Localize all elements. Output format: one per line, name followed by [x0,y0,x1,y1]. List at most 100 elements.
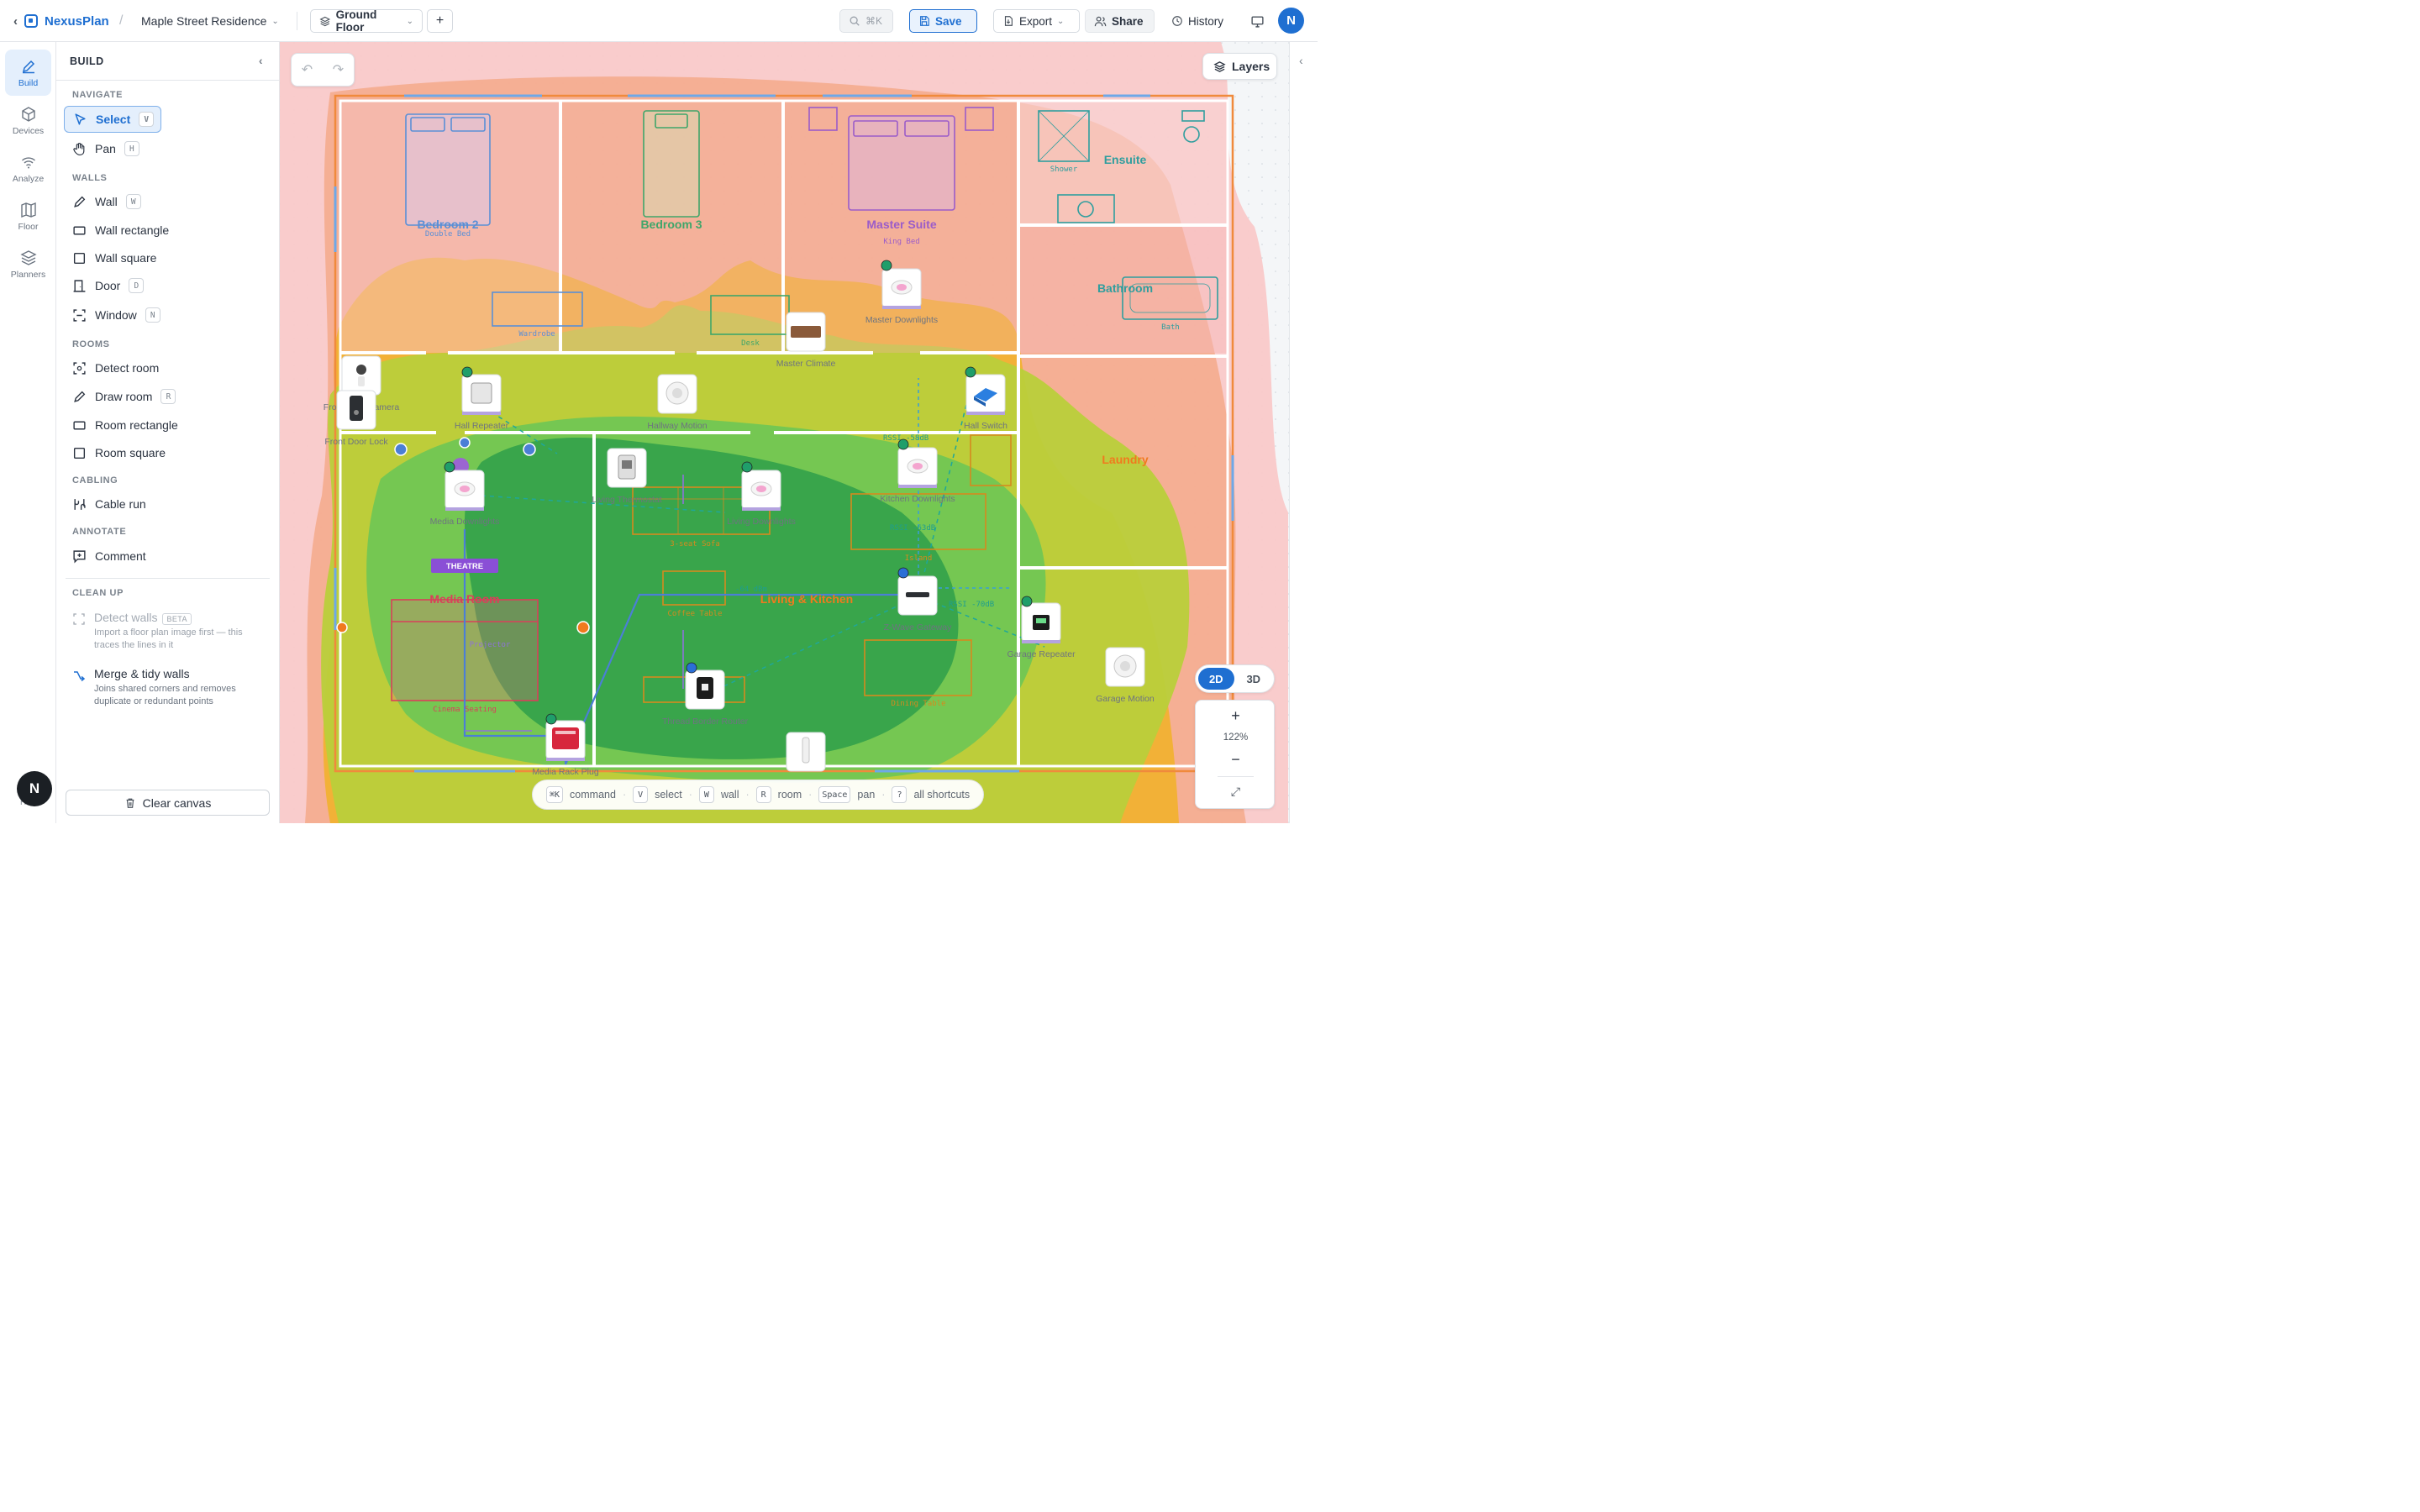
pencil-icon [22,60,34,73]
monitor-icon [1250,15,1264,28]
label-coffee-table: Coffee Table [667,610,722,618]
tool-window[interactable]: Window N [64,302,232,328]
shortcut-label: wall [720,789,739,801]
zoom-level: 122% [1223,732,1249,743]
door-icon [73,279,86,292]
rssi-label: RSSI -70dB [949,601,994,609]
clear-canvas-button[interactable]: Clear canvas [66,790,270,816]
link-label: -64 dBm [735,585,767,594]
project-selector[interactable]: Maple Street Residence ⌄ [141,0,279,42]
tool-pan[interactable]: Pan H [64,135,161,162]
tool-cable-run[interactable]: Cable run [64,491,232,517]
present-button[interactable] [1242,9,1272,33]
tool-wall[interactable]: Wall W [64,188,232,215]
user-avatar[interactable]: N [1278,8,1304,34]
zoom-in-button[interactable]: + [1196,707,1276,725]
shortcut-key: W [698,786,714,803]
rectangle-icon [73,421,86,429]
matter-badge [741,461,753,473]
expand-chevron-icon[interactable]: ‹ [1299,54,1303,67]
search-button[interactable]: ⌘K [839,9,893,33]
tool-room-rectangle[interactable]: Room rectangle [64,412,232,438]
tool-comment[interactable]: Comment [64,543,232,570]
back-chevron-icon[interactable]: ‹ [13,14,18,29]
shortcut-bar: ⌘K command · V select · W wall · R room · Sp… [532,780,985,810]
view-3d-button[interactable]: 3D [1236,668,1272,690]
tool-draw-room[interactable]: Draw room R [64,383,232,410]
undo-icon[interactable]: ↶ [302,61,313,78]
section-walls: WALLS [72,173,108,183]
tool-shortcut: R [160,389,176,404]
label-dining-table: Dining Table [891,700,945,708]
device-label: Kitchen Downlights [880,494,955,504]
floor-name: Ground Floor [335,8,377,34]
rail-item-analyze[interactable]: Analyze [5,145,51,192]
rail-item-planners[interactable]: Planners [5,241,51,287]
tool-detect-walls: Detect walls BETA Import a floor plan ima… [64,611,266,652]
map-icon [20,202,36,218]
app-logo[interactable]: ‹ NexusPlan [13,0,109,42]
save-icon [920,16,929,26]
tool-room-square[interactable]: Room square [64,439,232,466]
device-entry-sensor[interactable] [786,732,826,772]
heatmap-floorplan: Bedroom 2 Bedroom 3 Master Suite Ensuite… [280,42,1289,823]
share-button[interactable]: Share [1085,9,1155,33]
tool-shortcut: W [125,194,141,209]
device-label: Hall Switch [964,421,1007,431]
panel-header: BUILD ‹ [56,42,280,81]
rail-label: Floor [18,221,39,232]
comment-icon [73,549,86,564]
pencil-icon [74,391,86,402]
rail-item-build[interactable]: Build [5,50,51,96]
help-button[interactable]: N [17,771,52,806]
device-label: Garage Motion [1096,694,1155,704]
floor-selector[interactable]: Ground Floor ⌄ [310,8,423,34]
square-icon [73,252,86,264]
tool-wall-square[interactable]: Wall square [64,244,232,271]
zoom-out-button[interactable]: − [1196,751,1276,769]
tool-label: Wall [95,195,118,208]
clock-icon [1172,16,1182,26]
view-2d-button[interactable]: 2D [1198,668,1234,690]
layers-button[interactable]: Layers [1202,53,1277,80]
tool-door[interactable]: Door D [64,272,232,299]
rail-item-floor[interactable]: Floor [5,193,51,239]
tool-wall-rectangle[interactable]: Wall rectangle [64,217,232,244]
section-rooms: ROOMS [72,339,110,349]
device-hall-switch[interactable]: Hall Switch [964,374,1007,431]
label-island: Island [905,554,933,563]
device-hall-repeater[interactable]: Hall Repeater [455,374,509,431]
layers-icon [319,16,331,26]
rail-label: Analyze [12,173,45,184]
trash-icon [126,798,134,808]
logo-icon [24,14,38,28]
export-button[interactable]: Export ⌄ [993,9,1080,33]
undo-redo-group: ↶ ↷ [291,53,355,87]
tool-label: Detect walls [94,611,158,624]
tool-select[interactable]: Select V [64,106,161,133]
tool-detect-room[interactable]: Detect room [64,354,232,381]
chevron-down-icon: ⌄ [1057,16,1065,26]
collapse-chevron-icon[interactable]: ‹ [259,54,263,67]
chevron-down-icon: ⌄ [406,16,413,26]
shortcut-label: room [777,789,802,801]
rail-label: Build [18,77,39,88]
view-toggle: 2D 3D [1195,664,1275,693]
history-label: History [1188,14,1224,28]
tool-description: Import a floor plan image first — this t… [94,627,243,650]
tool-merge-walls[interactable]: Merge & tidy walls Joins shared corners … [64,667,266,708]
tool-label: Window [95,308,137,322]
top-bar: ‹ NexusPlan / Maple Street Residence ⌄ G… [0,0,1318,42]
beta-badge: BETA [162,613,192,625]
save-button[interactable]: Save [909,9,977,33]
redo-icon[interactable]: ↷ [333,61,344,78]
history-button[interactable]: History [1162,9,1238,33]
rail-item-devices[interactable]: Devices [5,97,51,144]
device-label: Front Door Lock [324,437,388,447]
fit-view-icon[interactable]: ⤢ [1196,785,1276,799]
add-floor-button[interactable]: + [427,9,453,33]
rssi-label: RSSI -63dB [890,524,935,533]
device-label: Master Climate [776,359,836,369]
section-cabling: CABLING [72,475,118,486]
floor-plan-canvas[interactable]: Bedroom 2 Bedroom 3 Master Suite Ensuite… [280,42,1289,823]
